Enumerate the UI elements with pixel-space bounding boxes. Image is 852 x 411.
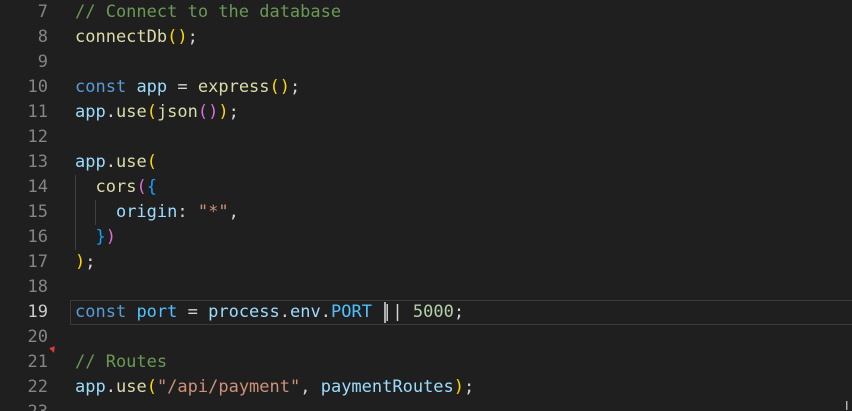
code-text[interactable]: // Routes [75,350,167,375]
line-number[interactable]: 18 [0,275,48,300]
code-token: cors [95,177,137,197]
code-token: , [228,202,239,222]
line-number[interactable]: 21 [0,350,48,375]
code-text[interactable]: }) [75,225,116,250]
code-token: ; [464,377,475,397]
code-line[interactable]: 22 app.use("/api/payment", paymentRoutes)… [0,375,852,400]
code-line[interactable]: 9 [0,50,852,75]
code-line[interactable]: 14 cors({ [0,175,852,200]
code-token: } [95,227,106,247]
code-line[interactable]: 17); [0,250,852,275]
code-token: use [115,377,147,397]
code-token: ) [105,227,116,247]
code-line[interactable]: 16 }) [0,225,852,250]
code-text[interactable]: const app = express(); [75,75,300,100]
code-token: ( [136,177,147,197]
code-token: { [146,177,157,197]
code-line[interactable]: 21 // Routes [0,350,852,375]
code-text[interactable]: // Connect to the database [75,0,341,25]
text-cursor-icon: I [845,399,849,411]
code-text[interactable]: app.use(json()); [75,100,239,125]
code-token: ; [290,77,301,97]
line-number[interactable]: 23 [0,400,48,411]
code-text[interactable]: ); [75,250,96,275]
code-text[interactable]: app.use( [75,150,157,175]
code-token: connectDb [75,27,168,47]
code-token: ( [146,152,157,172]
code-token: . [105,102,116,122]
code-token: ; [187,27,198,47]
code-token: paymentRoutes [320,377,454,397]
code-token: ) [75,252,86,272]
code-token: express [197,77,270,97]
code-token: ( [146,377,157,397]
line-number[interactable]: 9 [0,50,48,75]
code-text[interactable]: origin: "*", [75,200,239,225]
code-token: = [167,77,198,97]
line-number[interactable]: 11 [0,100,48,125]
line-number[interactable]: 12 [0,125,48,150]
code-token: use [115,152,147,172]
code-text[interactable]: cors({ [75,175,157,200]
code-line[interactable]: 11 app.use(json()); [0,100,852,125]
code-token: app [75,377,106,397]
code-token: ) [453,377,465,397]
code-token: use [115,102,147,122]
line-number[interactable]: 15 [0,200,48,225]
line-number[interactable]: 8 [0,25,48,50]
line-number[interactable]: 7 [0,0,48,25]
code-token: app [75,102,106,122]
code-line[interactable]: 12 [0,125,852,150]
code-token: () [269,77,291,97]
current-line-highlight [70,300,852,325]
indent-guide [75,175,76,250]
code-line[interactable]: 13 app.use( [0,150,852,175]
code-token: // Connect to the database [75,2,342,22]
code-line[interactable]: 7 // Connect to the database [0,0,852,25]
text-caret [384,302,386,323]
code-token: . [105,377,116,397]
code-token: app [75,152,106,172]
code-token: "/api/payment" [156,377,301,397]
code-token: , [300,377,321,397]
code-line[interactable]: 15 origin: "*", [0,200,852,225]
line-number[interactable]: 17 [0,250,48,275]
code-token: ; [228,102,239,122]
code-token: () [197,102,219,122]
code-line[interactable]: 23 [0,400,852,411]
line-number[interactable]: 19 [0,300,48,325]
code-line[interactable]: 18 [0,275,852,300]
code-token: ) [218,102,229,122]
code-token: "*" [197,202,229,222]
code-token: json [156,102,198,122]
code-token: ; [85,252,96,272]
code-token: // Routes [75,352,168,372]
code-editor[interactable]: 2322app.use("/api/payment", paymentRoute… [0,0,852,411]
line-number[interactable]: 13 [0,150,48,175]
line-number[interactable]: 16 [0,225,48,250]
code-token: origin [115,202,178,222]
code-token: ( [146,102,157,122]
line-number[interactable]: 10 [0,75,48,100]
code-line[interactable]: 10 const app = express(); [0,75,852,100]
code-token: app [136,77,168,97]
line-number[interactable]: 14 [0,175,48,200]
line-number[interactable]: 20 [0,325,48,350]
code-text[interactable]: connectDb(); [75,25,198,50]
code-token: : [177,202,198,222]
code-line[interactable]: 8 connectDb(); [0,25,852,50]
code-token: . [105,152,116,172]
code-token: () [167,27,188,47]
code-line[interactable]: 20 [0,325,852,350]
line-number[interactable]: 22 [0,375,48,400]
code-token: const [75,77,127,97]
code-text[interactable]: app.use("/api/payment", paymentRoutes); [75,375,474,400]
indent-guide [95,200,96,225]
